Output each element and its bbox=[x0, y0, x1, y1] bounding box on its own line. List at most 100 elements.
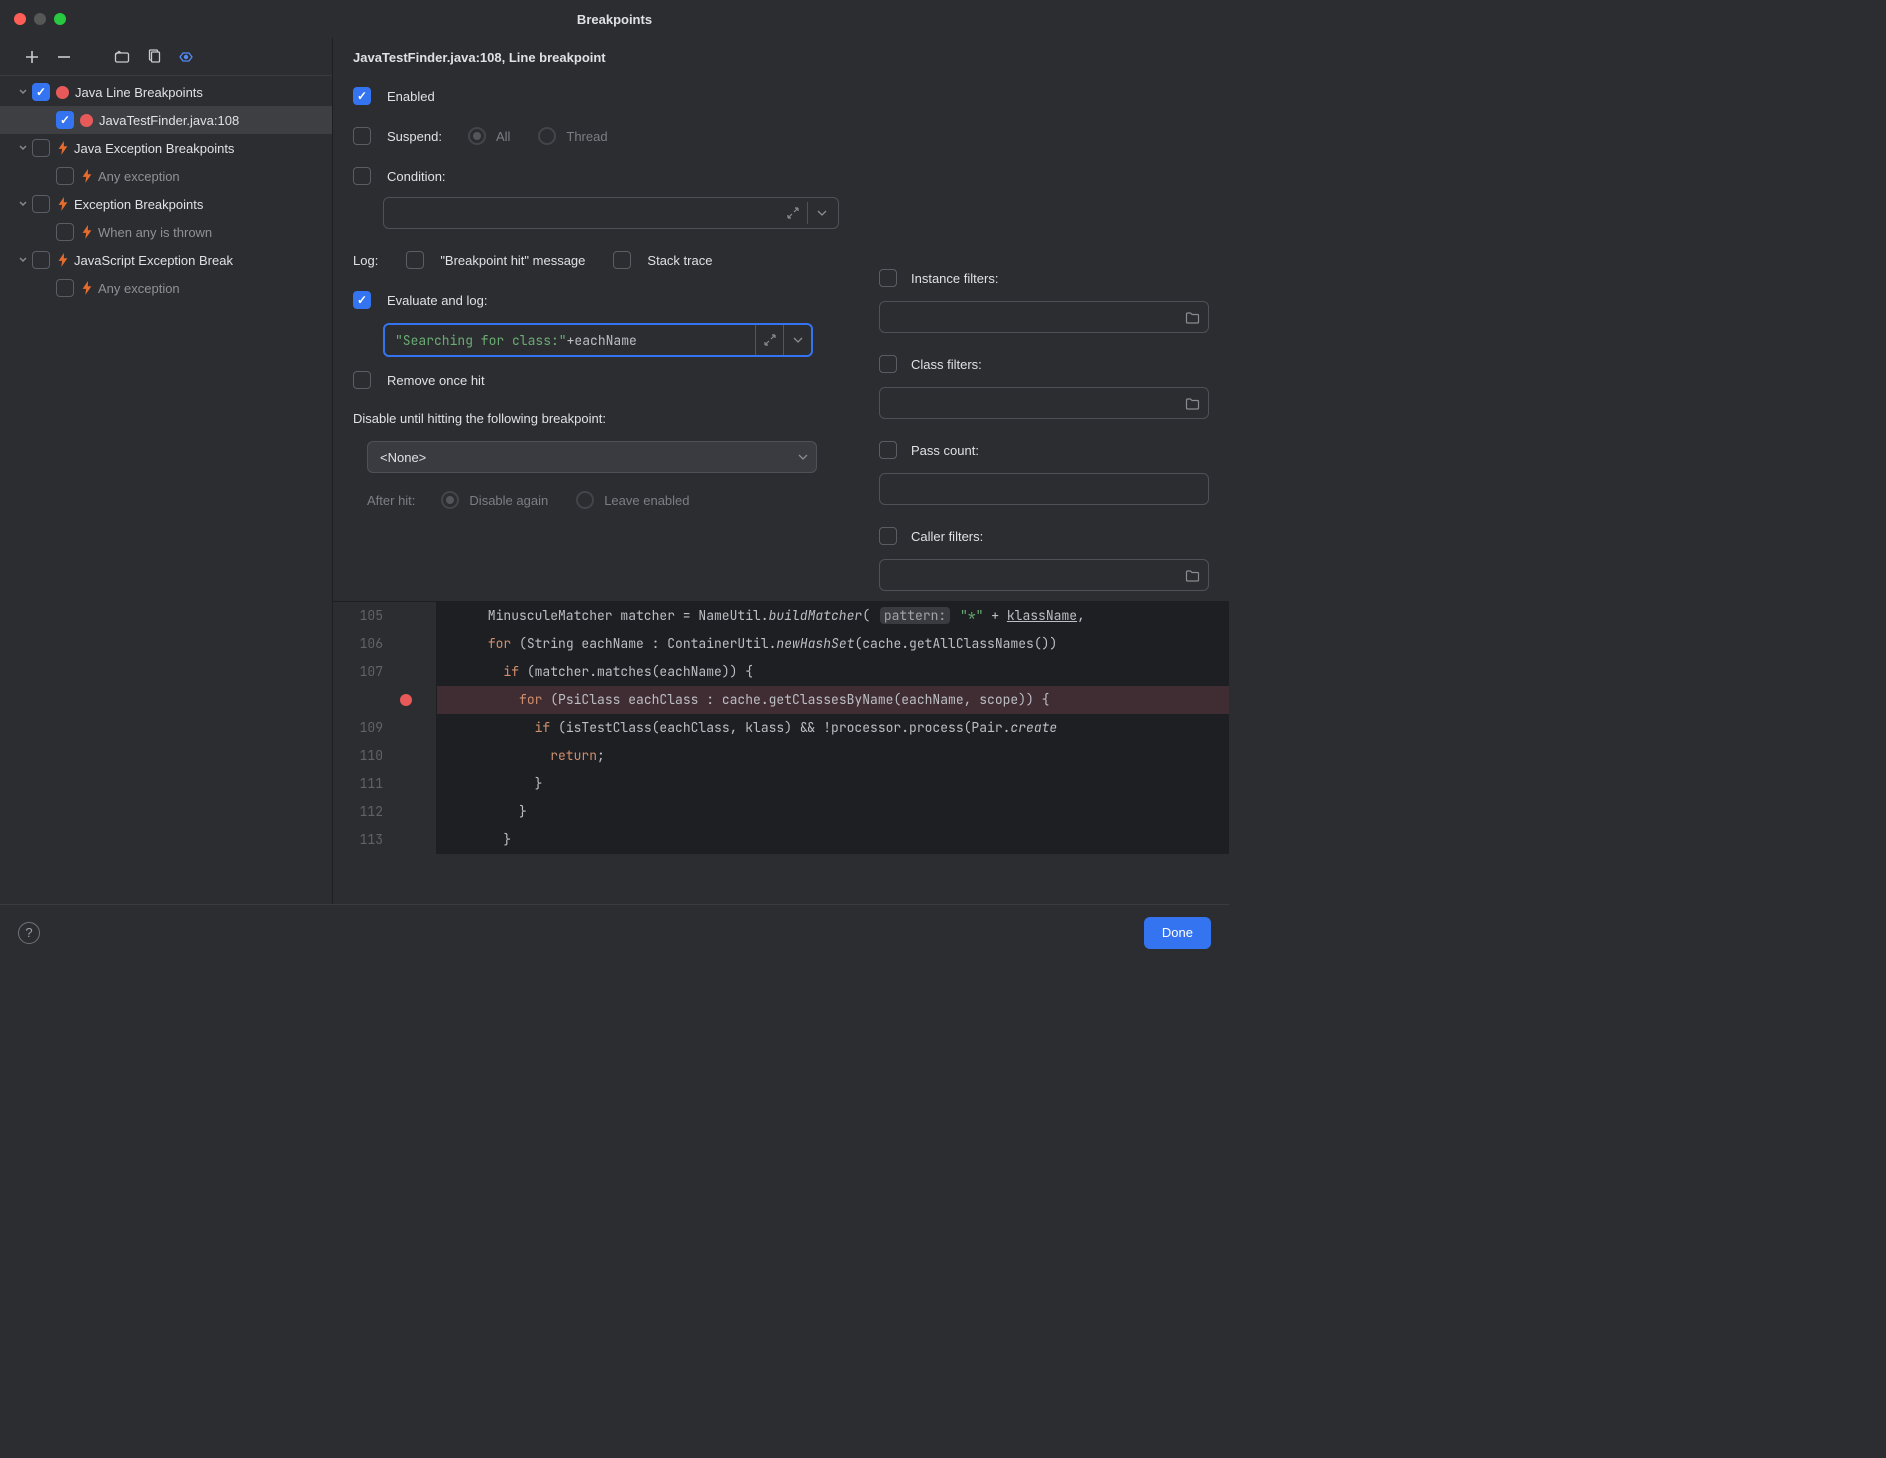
tree-group[interactable]: JavaScript Exception Break bbox=[0, 246, 332, 274]
breakpoint-gutter[interactable] bbox=[393, 742, 419, 770]
breakpoint-gutter[interactable] bbox=[393, 770, 419, 798]
titlebar: Breakpoints bbox=[0, 0, 1229, 38]
breakpoint-tree: Java Line Breakpoints JavaTestFinder.java… bbox=[0, 76, 332, 904]
tree-item[interactable]: Any exception bbox=[0, 274, 332, 302]
breakpoint-dot-icon bbox=[56, 86, 69, 99]
tree-checkbox[interactable] bbox=[32, 139, 50, 157]
group-by-file-icon[interactable] bbox=[144, 47, 164, 67]
expand-icon[interactable] bbox=[755, 325, 783, 355]
folder-icon[interactable] bbox=[1182, 307, 1202, 327]
line-number: 107 bbox=[333, 658, 393, 686]
help-icon[interactable]: ? bbox=[18, 922, 40, 944]
remove-once-hit-checkbox[interactable] bbox=[353, 371, 371, 389]
disable-until-select[interactable]: <None> bbox=[367, 441, 817, 473]
after-hit-disable-radio[interactable] bbox=[441, 491, 459, 509]
breakpoint-dot-icon bbox=[400, 694, 412, 706]
tree-label: JavaTestFinder.java:108 bbox=[99, 113, 239, 128]
code-text: if (isTestClass(eachClass, klass) && !pr… bbox=[437, 714, 1229, 742]
chevron-down-icon[interactable] bbox=[16, 197, 30, 211]
disable-until-label: Disable until hitting the following brea… bbox=[353, 411, 606, 426]
code-line: 105 MinusculeMatcher matcher = NameUtil.… bbox=[333, 602, 1229, 630]
tree-checkbox[interactable] bbox=[56, 111, 74, 129]
tree-checkbox[interactable] bbox=[56, 279, 74, 297]
instance-filters-checkbox[interactable] bbox=[879, 269, 897, 287]
code-text: } bbox=[437, 770, 1229, 798]
tree-checkbox[interactable] bbox=[56, 167, 74, 185]
folder-icon[interactable] bbox=[1182, 565, 1202, 585]
eval-expr-op: + bbox=[567, 332, 575, 349]
enabled-checkbox[interactable] bbox=[353, 87, 371, 105]
after-hit-leave-radio[interactable] bbox=[576, 491, 594, 509]
minimize-window-icon bbox=[34, 13, 46, 25]
zoom-window-icon[interactable] bbox=[54, 13, 66, 25]
log-stack-label: Stack trace bbox=[647, 253, 712, 268]
tree-checkbox[interactable] bbox=[32, 195, 50, 213]
breakpoint-gutter[interactable] bbox=[393, 602, 419, 630]
breakpoint-gutter[interactable] bbox=[393, 714, 419, 742]
caller-filters-checkbox[interactable] bbox=[879, 527, 897, 545]
suspend-label: Suspend: bbox=[387, 129, 442, 144]
sidebar: Java Line Breakpoints JavaTestFinder.java… bbox=[0, 38, 333, 904]
instance-filters-input[interactable] bbox=[879, 301, 1209, 333]
code-preview: 105 MinusculeMatcher matcher = NameUtil.… bbox=[333, 601, 1229, 854]
lightning-icon bbox=[56, 253, 70, 267]
breakpoint-gutter[interactable] bbox=[393, 798, 419, 826]
pass-count-input[interactable] bbox=[879, 473, 1209, 505]
breakpoint-gutter[interactable] bbox=[393, 658, 419, 686]
breakpoint-gutter[interactable] bbox=[393, 826, 419, 854]
tree-item[interactable]: JavaTestFinder.java:108 bbox=[0, 106, 332, 134]
pass-count-label: Pass count: bbox=[911, 443, 979, 458]
condition-input[interactable] bbox=[383, 197, 839, 229]
lightning-icon bbox=[56, 197, 70, 211]
suspend-thread-radio[interactable] bbox=[538, 127, 556, 145]
code-line: 107 if (matcher.matches(eachName)) { bbox=[333, 658, 1229, 686]
chevron-down-icon[interactable] bbox=[783, 325, 811, 355]
log-label: Log: bbox=[353, 253, 378, 268]
breakpoint-gutter[interactable] bbox=[393, 686, 419, 714]
code-text: if (matcher.matches(eachName)) { bbox=[437, 658, 1229, 686]
breakpoint-gutter[interactable] bbox=[393, 630, 419, 658]
expand-icon[interactable] bbox=[781, 201, 805, 225]
line-number: 106 bbox=[333, 630, 393, 658]
tree-group[interactable]: Java Exception Breakpoints bbox=[0, 134, 332, 162]
done-button[interactable]: Done bbox=[1144, 917, 1211, 949]
condition-checkbox[interactable] bbox=[353, 167, 371, 185]
evaluate-input[interactable]: "Searching for class:" + eachName bbox=[383, 323, 813, 357]
tree-label: Java Line Breakpoints bbox=[75, 85, 203, 100]
tree-item[interactable]: Any exception bbox=[0, 162, 332, 190]
tree-group[interactable]: Exception Breakpoints bbox=[0, 190, 332, 218]
caller-filters-input[interactable] bbox=[879, 559, 1209, 591]
tree-checkbox[interactable] bbox=[32, 251, 50, 269]
remove-once-hit-label: Remove once hit bbox=[387, 373, 485, 388]
suspend-checkbox[interactable] bbox=[353, 127, 371, 145]
tree-label: Exception Breakpoints bbox=[74, 197, 203, 212]
pass-count-checkbox[interactable] bbox=[879, 441, 897, 459]
tree-checkbox[interactable] bbox=[56, 223, 74, 241]
class-filters-input[interactable] bbox=[879, 387, 1209, 419]
class-filters-label: Class filters: bbox=[911, 357, 982, 372]
eval-expr-string: "Searching for class:" bbox=[395, 332, 567, 349]
suspend-all-radio[interactable] bbox=[468, 127, 486, 145]
folder-icon[interactable] bbox=[1182, 393, 1202, 413]
chevron-down-icon[interactable] bbox=[16, 253, 30, 267]
code-text: } bbox=[437, 826, 1229, 854]
class-filters-checkbox[interactable] bbox=[879, 355, 897, 373]
remove-breakpoint-icon[interactable] bbox=[54, 47, 74, 67]
after-hit-label: After hit: bbox=[367, 493, 415, 508]
tree-checkbox[interactable] bbox=[32, 83, 50, 101]
chevron-down-icon[interactable] bbox=[810, 201, 834, 225]
tree-item[interactable]: When any is thrown bbox=[0, 218, 332, 246]
chevron-down-icon bbox=[798, 454, 808, 460]
code-line: 110 return; bbox=[333, 742, 1229, 770]
evaluate-checkbox[interactable] bbox=[353, 291, 371, 309]
log-stack-checkbox[interactable] bbox=[613, 251, 631, 269]
tree-group[interactable]: Java Line Breakpoints bbox=[0, 78, 332, 106]
group-by-package-icon[interactable] bbox=[112, 47, 132, 67]
add-breakpoint-icon[interactable] bbox=[22, 47, 42, 67]
log-bphit-checkbox[interactable] bbox=[406, 251, 424, 269]
close-window-icon[interactable] bbox=[14, 13, 26, 25]
chevron-down-icon[interactable] bbox=[16, 85, 30, 99]
enabled-label: Enabled bbox=[387, 89, 435, 104]
chevron-down-icon[interactable] bbox=[16, 141, 30, 155]
view-breakpoints-icon[interactable] bbox=[176, 47, 196, 67]
